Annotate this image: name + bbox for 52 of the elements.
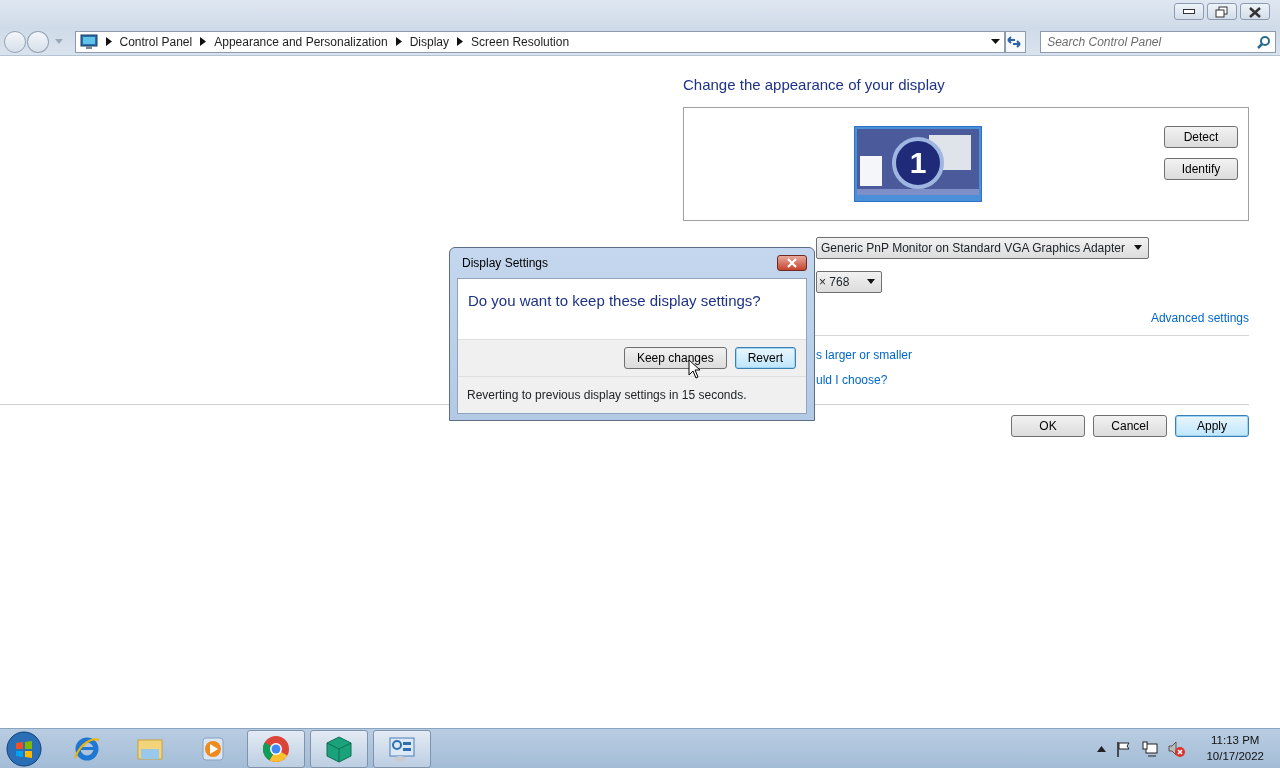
taskbar-button[interactable] <box>310 729 368 768</box>
minimize-button[interactable] <box>1174 3 1204 20</box>
restore-button[interactable] <box>1207 3 1237 20</box>
dropdown[interactable]: Generic PnP Monitor on Standard VGA Graphics Adapter <box>816 236 1149 259</box>
flag-icon[interactable] <box>1116 740 1133 757</box>
breadcrumb-link[interactable]: Appearance and Personalization <box>214 32 388 51</box>
close-icon <box>786 258 798 268</box>
dialog-button[interactable]: Apply <box>1175 415 1249 437</box>
taskbar-button[interactable] <box>373 729 431 768</box>
link[interactable]: Advanced settings <box>1150 310 1249 325</box>
side-button[interactable]: Identify <box>1164 157 1238 180</box>
caret-icon <box>1134 245 1142 250</box>
network-icon[interactable] <box>1142 740 1159 757</box>
refresh-button[interactable] <box>1004 30 1027 53</box>
clock-date: 10/17/2022 <box>1206 748 1264 764</box>
dropdown[interactable]: × 768 <box>816 270 882 293</box>
breadcrumb-link[interactable]: Screen Resolution <box>471 32 570 51</box>
dialog-button[interactable]: Revert <box>734 347 796 369</box>
dialog-button[interactable]: Keep changes <box>623 347 727 369</box>
dialog-title: Display Settings <box>462 255 549 272</box>
dialog-button[interactable]: OK <box>1011 415 1085 437</box>
caret-icon <box>867 279 875 284</box>
show-hidden-icons-icon[interactable] <box>1097 745 1107 752</box>
breadcrumb-link[interactable]: Control Panel <box>119 32 193 51</box>
taskbar-button[interactable] <box>247 729 305 768</box>
muted-speaker-icon[interactable] <box>1168 739 1187 758</box>
close-button[interactable] <box>777 255 807 271</box>
search-box[interactable]: Search Control Panel <box>1040 30 1276 53</box>
close-icon <box>1247 4 1263 19</box>
link[interactable]: s larger or smaller <box>816 347 913 362</box>
dropdown-arrow-icon[interactable] <box>990 38 1000 45</box>
clock-time: 11:13 PM <box>1210 733 1261 748</box>
browser-icon <box>261 733 291 764</box>
chevron-icon[interactable] <box>105 37 112 46</box>
page-heading: Change the appearance of your display <box>683 75 946 95</box>
dialog-question: Do you want to keep these display settings? <box>467 291 762 311</box>
computer-icon <box>79 33 98 50</box>
address-bar[interactable]: Control Panel Appearance and Personalization Display Screen Resolution <box>74 30 1005 53</box>
start-button[interactable] <box>4 729 44 768</box>
side-button[interactable]: Detect <box>1164 125 1238 148</box>
link[interactable]: uld I choose? <box>816 372 888 387</box>
dialog-button[interactable]: Cancel <box>1093 415 1167 437</box>
close-button[interactable] <box>1240 3 1270 20</box>
restore-icon <box>1214 4 1230 19</box>
chevron-icon[interactable] <box>457 37 464 46</box>
minimize-icon <box>1183 9 1195 14</box>
search-icon[interactable] <box>1257 34 1271 49</box>
refresh-icon <box>1005 34 1022 49</box>
breadcrumb-link[interactable]: Display <box>409 32 450 51</box>
chevron-icon[interactable] <box>395 37 402 46</box>
chevron-icon[interactable] <box>200 37 207 46</box>
countdown-text: Reverting to previous display settings in 15 seconds. <box>458 377 806 413</box>
